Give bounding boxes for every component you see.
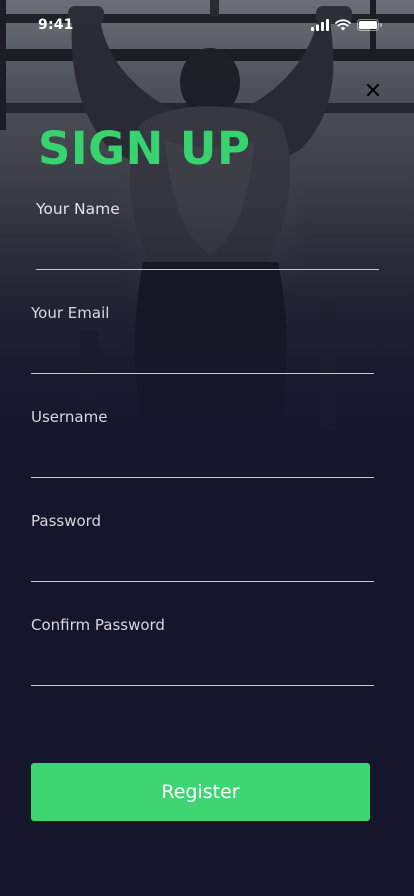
email-label: Your Email <box>31 304 110 322</box>
username-input[interactable] <box>31 438 374 478</box>
page-title: SIGN UP <box>38 122 251 175</box>
status-icons <box>311 16 382 35</box>
username-label: Username <box>31 408 108 426</box>
battery-icon <box>357 16 382 35</box>
signup-screen: 9:41 SIGN UP Your Name Your Email Userna… <box>0 0 414 896</box>
password-label: Password <box>31 512 102 530</box>
status-time: 9:41 <box>38 17 74 33</box>
name-label: Your Name <box>36 200 120 218</box>
email-input[interactable] <box>31 334 374 374</box>
password-input[interactable] <box>31 542 374 582</box>
signal-icon <box>311 16 329 35</box>
status-bar: 9:41 <box>0 0 414 44</box>
register-button[interactable]: Register <box>31 763 370 821</box>
wifi-icon <box>335 16 351 35</box>
confirm-password-label: Confirm Password <box>31 616 165 634</box>
close-button[interactable] <box>362 79 384 101</box>
confirm-password-input[interactable] <box>31 646 374 686</box>
close-icon <box>367 81 379 100</box>
name-input[interactable] <box>36 230 379 270</box>
